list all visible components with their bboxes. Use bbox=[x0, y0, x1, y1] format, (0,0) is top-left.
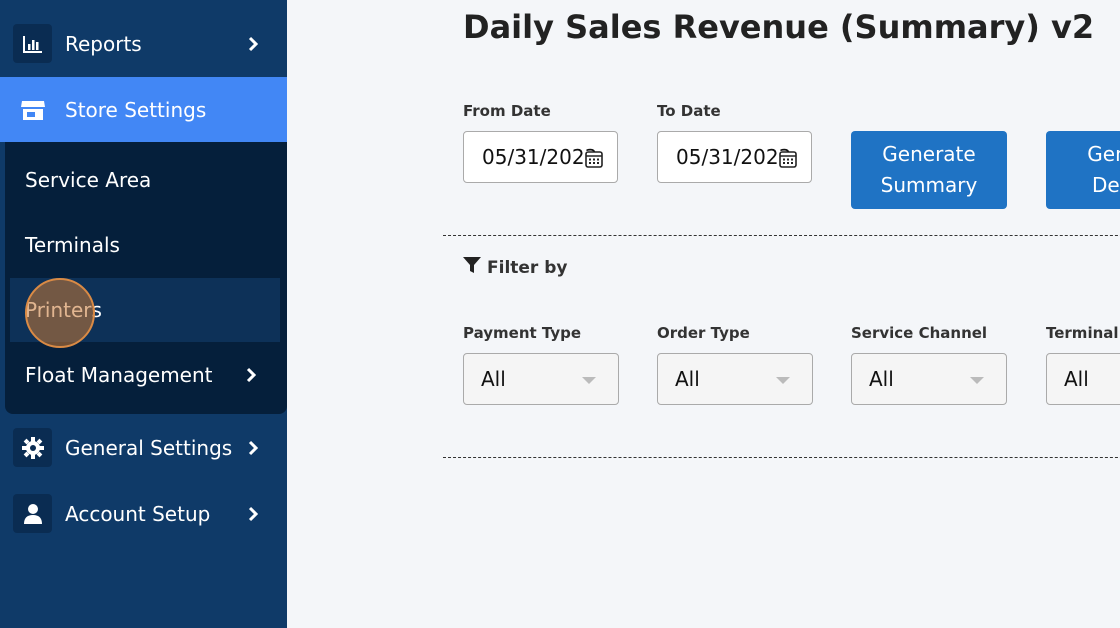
bar-chart-icon bbox=[13, 24, 52, 63]
from-date-label: From Date bbox=[463, 102, 551, 120]
filter-heading: Filter by bbox=[463, 256, 567, 279]
payment-type-select[interactable]: All bbox=[463, 353, 619, 405]
chevron-right-icon bbox=[245, 440, 261, 456]
to-date-label: To Date bbox=[657, 102, 721, 120]
submenu-item-terminals[interactable]: Terminals bbox=[10, 213, 280, 277]
from-date-input[interactable]: 05/31/2023 bbox=[463, 131, 618, 183]
submenu-item-float-management[interactable]: Float Management bbox=[10, 343, 280, 407]
sidebar-item-label: General Settings bbox=[65, 435, 233, 460]
caret-down-icon bbox=[776, 377, 790, 384]
sidebar: Reports Store Settings Service Area Term… bbox=[0, 0, 287, 628]
submenu-item-label: Terminals bbox=[25, 233, 120, 257]
service-channel-value: All bbox=[869, 367, 894, 391]
section-divider bbox=[443, 235, 1120, 236]
order-type-value: All bbox=[675, 367, 700, 391]
service-channel-select[interactable]: All bbox=[851, 353, 1007, 405]
order-type-select[interactable]: All bbox=[657, 353, 813, 405]
main-content: Daily Sales Revenue (Summary) v2 From Da… bbox=[287, 0, 1120, 628]
sidebar-item-label: Reports bbox=[65, 31, 142, 56]
terminal-id-value: All bbox=[1064, 367, 1089, 391]
sidebar-item-general-settings[interactable]: General Settings bbox=[0, 415, 287, 480]
sidebar-item-reports[interactable]: Reports bbox=[0, 11, 287, 76]
submenu-item-label: Printers bbox=[25, 298, 102, 322]
sidebar-item-label: Account Setup bbox=[65, 501, 211, 526]
payment-type-label: Payment Type bbox=[463, 324, 582, 342]
to-date-input[interactable]: 05/31/2023 bbox=[657, 131, 812, 183]
sidebar-item-store-settings[interactable]: Store Settings bbox=[0, 77, 287, 142]
to-date-value: 05/31/2023 bbox=[676, 145, 792, 169]
payment-type-value: All bbox=[481, 367, 506, 391]
chevron-right-icon bbox=[243, 367, 259, 383]
calendar-icon[interactable] bbox=[779, 149, 797, 168]
filter-icon bbox=[463, 256, 481, 279]
submenu-item-printers[interactable]: Printers bbox=[10, 278, 280, 342]
store-icon bbox=[13, 90, 52, 129]
chevron-right-icon bbox=[245, 36, 261, 52]
store-settings-submenu: Service Area Terminals Printers Float Ma… bbox=[5, 142, 287, 414]
order-type-label: Order Type bbox=[657, 324, 750, 342]
user-icon bbox=[13, 494, 52, 533]
gear-icon bbox=[13, 428, 52, 467]
submenu-item-label: Float Management bbox=[25, 363, 213, 387]
submenu-item-label: Service Area bbox=[25, 168, 152, 192]
sidebar-item-account-setup[interactable]: Account Setup bbox=[0, 481, 287, 546]
generate-summary-button[interactable]: Generate Summary bbox=[851, 131, 1007, 209]
sidebar-item-label: Store Settings bbox=[65, 97, 207, 122]
terminal-id-select[interactable]: All bbox=[1046, 353, 1120, 405]
chevron-right-icon bbox=[245, 506, 261, 522]
filter-title: Filter by bbox=[487, 257, 568, 278]
caret-down-icon bbox=[970, 377, 984, 384]
from-date-value: 05/31/2023 bbox=[482, 145, 598, 169]
section-divider bbox=[443, 457, 1120, 458]
page-title: Daily Sales Revenue (Summary) v2 bbox=[463, 8, 1095, 46]
caret-down-icon bbox=[582, 377, 596, 384]
submenu-item-service-area[interactable]: Service Area bbox=[10, 148, 280, 212]
terminal-id-label: Terminal ID bbox=[1046, 324, 1120, 342]
service-channel-label: Service Channel bbox=[851, 324, 988, 342]
generate-detailed-button[interactable]: Generate Detailed bbox=[1046, 131, 1120, 209]
calendar-icon[interactable] bbox=[585, 149, 603, 168]
